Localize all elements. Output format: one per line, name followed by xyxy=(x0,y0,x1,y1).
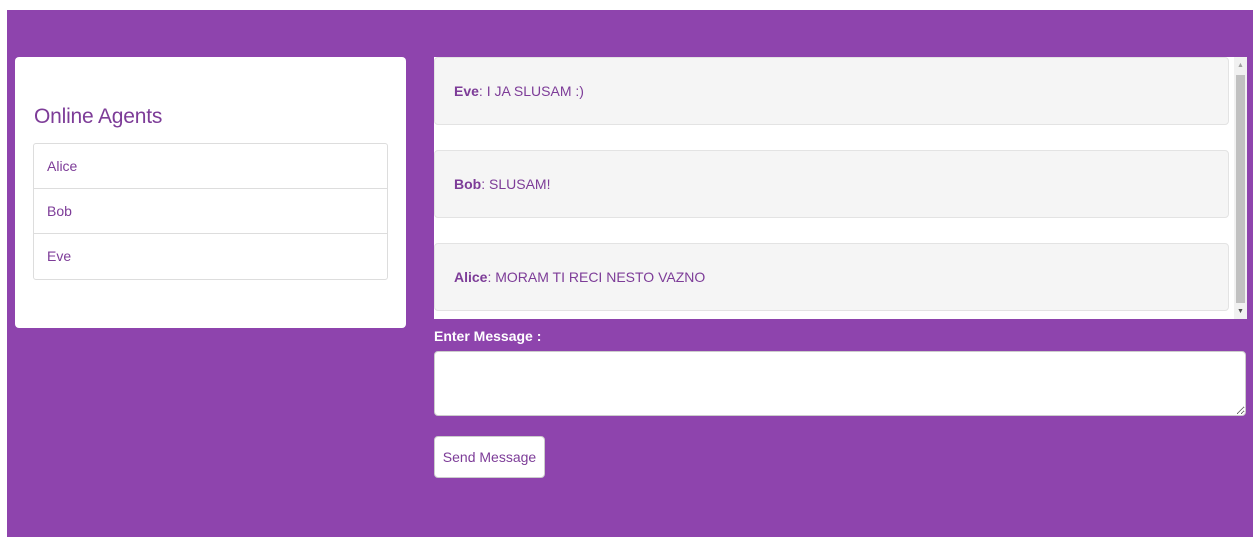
scroll-thumb[interactable] xyxy=(1236,75,1245,303)
message-text: : I JA SLUSAM :) xyxy=(478,83,584,99)
scroll-up-icon[interactable]: ▲ xyxy=(1234,59,1247,73)
agent-item-eve[interactable]: Eve xyxy=(34,234,387,279)
message-sender: Bob xyxy=(454,176,482,192)
message-sender: Eve xyxy=(454,83,479,99)
online-agents-title: Online Agents xyxy=(34,105,163,128)
app-container: Online Agents Alice Bob Eve Eve: I JA SL… xyxy=(7,10,1253,537)
agent-item-bob[interactable]: Bob xyxy=(34,189,387,234)
message-item: Alice: MORAM TI RECI NESTO VAZNO xyxy=(434,243,1229,311)
message-input[interactable] xyxy=(434,351,1246,416)
message-scrollbar[interactable]: ▲ ▼ xyxy=(1234,57,1247,319)
message-text: : SLUSAM! xyxy=(481,176,551,192)
message-list[interactable]: Eve: I JA SLUSAM :) Bob: SLUSAM! Alice: … xyxy=(434,57,1247,319)
enter-message-label: Enter Message : xyxy=(434,328,542,344)
online-agents-panel: Online Agents Alice Bob Eve xyxy=(15,57,406,328)
message-item: Bob: SLUSAM! xyxy=(434,150,1229,218)
agents-list: Alice Bob Eve xyxy=(33,143,388,280)
message-sender: Alice xyxy=(454,269,488,285)
agent-item-alice[interactable]: Alice xyxy=(34,144,387,189)
send-message-button[interactable]: Send Message xyxy=(434,436,545,478)
message-item: Eve: I JA SLUSAM :) xyxy=(434,57,1229,125)
scroll-down-icon[interactable]: ▼ xyxy=(1234,305,1247,319)
message-text: : MORAM TI RECI NESTO VAZNO xyxy=(487,269,706,285)
